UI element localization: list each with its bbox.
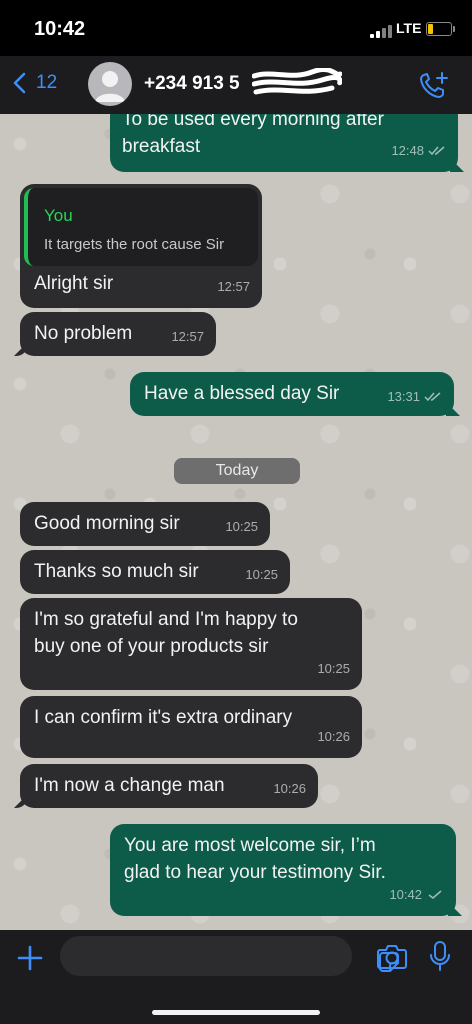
message-time: 10:26 [273, 781, 306, 796]
plus-icon[interactable] [16, 944, 44, 972]
battery-icon [426, 22, 455, 36]
message-bubble-outgoing[interactable]: You are most welcome sir, I’m glad to he… [110, 824, 456, 916]
phone-plus-icon[interactable] [418, 70, 450, 100]
message-bubble-incoming[interactable]: I'm so grateful and I'm happy to buy one… [20, 598, 362, 690]
message-bubble-incoming[interactable]: You It targets the root cause Sir Alrigh… [20, 184, 262, 308]
contact-name[interactable]: +234 913 5 [144, 73, 240, 95]
read-receipt-icon [428, 146, 445, 156]
message-bubble-incoming[interactable]: No problem 12:57 [20, 312, 216, 356]
message-time: 13:31 [387, 389, 420, 404]
message-bubble-incoming[interactable]: I'm now a change man 10:26 [20, 764, 318, 808]
read-receipt-icon [424, 392, 441, 402]
chat-area[interactable]: To be used every morning after breakfast… [0, 114, 472, 930]
status-bar: 10:42 LTE [0, 0, 472, 56]
date-separator: Today [174, 458, 300, 484]
unread-count: 12 [36, 72, 58, 93]
home-indicator [152, 1010, 320, 1015]
redaction-scribble [252, 68, 342, 95]
message-bubble-incoming[interactable]: I can confirm it's extra ordinary 10:26 [20, 696, 362, 758]
message-text: I'm now a change man [34, 775, 225, 796]
quoted-author: You [44, 206, 73, 225]
chat-header: 12 +234 913 5 [0, 56, 472, 114]
microphone-icon[interactable] [428, 940, 452, 972]
message-time: 12:57 [217, 279, 250, 294]
message-text: I'm so grateful and I'm happy to buy one… [34, 609, 298, 657]
quoted-message[interactable]: You It targets the root cause Sir [24, 188, 258, 266]
message-time: 10:42 [389, 887, 422, 902]
chevron-left-icon [13, 72, 26, 94]
status-time: 10:42 [34, 18, 86, 40]
network-label: LTE [396, 20, 422, 36]
message-bubble-outgoing[interactable]: Have a blessed day Sir 13:31 [130, 372, 454, 416]
message-text: Good morning sir [34, 513, 180, 534]
camera-icon[interactable] [376, 942, 408, 970]
message-time: 10:25 [225, 519, 258, 534]
message-time: 10:26 [317, 729, 350, 744]
back-button[interactable]: 12 [10, 68, 57, 98]
message-text: Thanks so much sir [34, 561, 199, 582]
message-time: 12:48 [391, 143, 424, 158]
message-bubble-incoming[interactable]: Good morning sir 10:25 [20, 502, 270, 546]
person-icon [95, 71, 125, 102]
message-text: Alright sir [34, 273, 114, 294]
message-text: You are most welcome sir, I’m glad to he… [124, 835, 386, 883]
message-time: 12:57 [171, 329, 204, 344]
quoted-text: It targets the root cause Sir [44, 236, 225, 253]
sent-receipt-icon [428, 890, 442, 899]
message-text: I can confirm it's extra ordinary [34, 707, 293, 728]
signal-icon [370, 24, 392, 38]
message-bubble-outgoing[interactable]: To be used every morning after breakfast… [110, 114, 458, 172]
message-time: 10:25 [245, 567, 278, 582]
message-time: 10:25 [317, 661, 350, 676]
message-bubble-incoming[interactable]: Thanks so much sir 10:25 [20, 550, 290, 594]
input-bar [0, 930, 472, 1024]
avatar[interactable] [88, 62, 132, 106]
message-input[interactable] [60, 936, 399, 976]
